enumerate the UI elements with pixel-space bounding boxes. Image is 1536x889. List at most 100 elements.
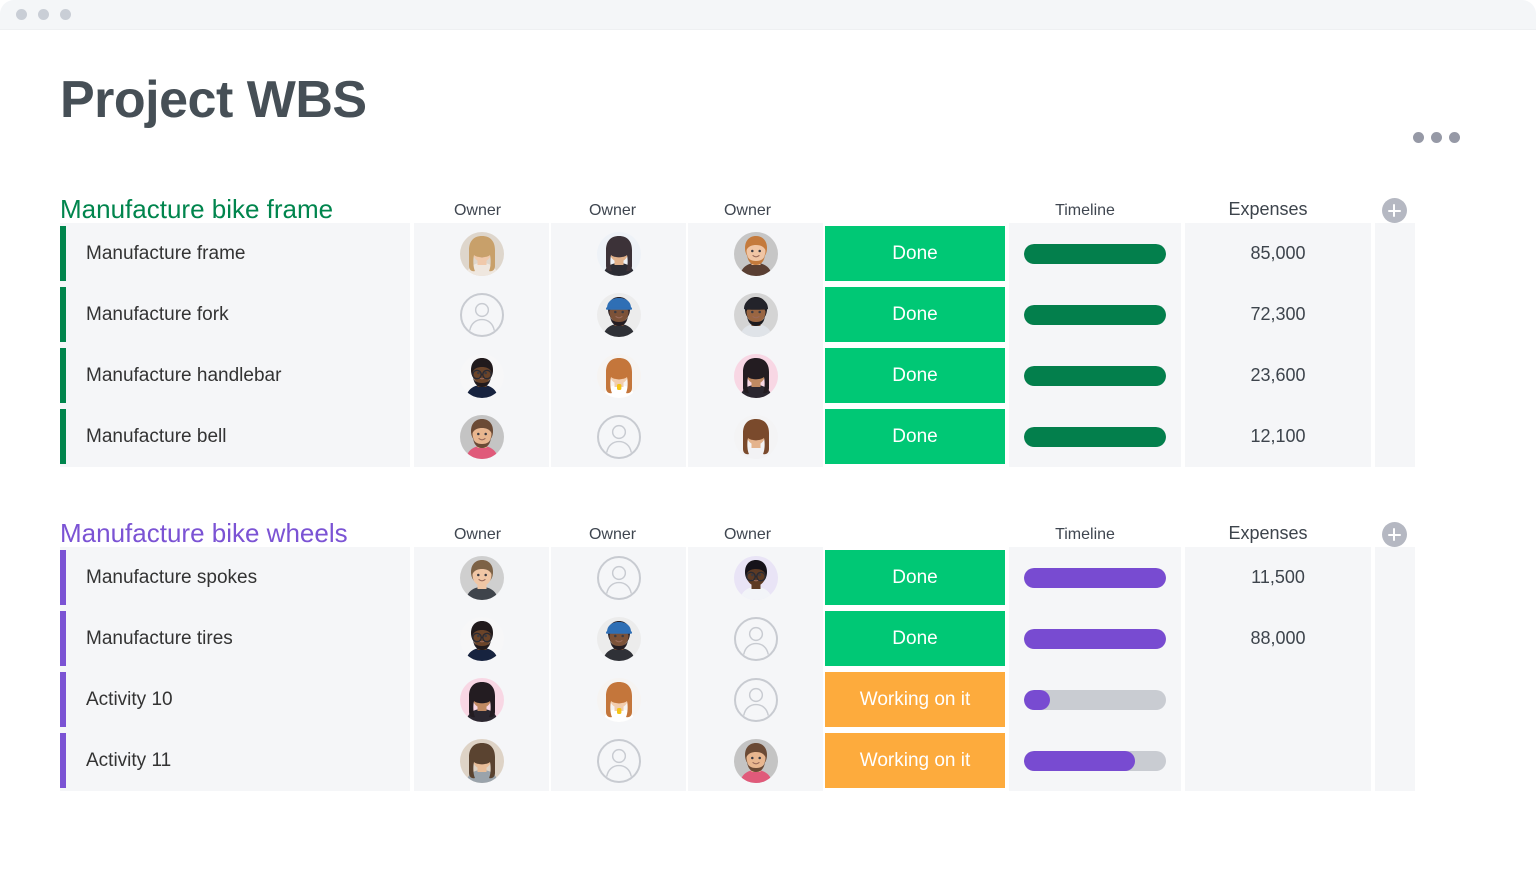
owner-cell[interactable] [414, 547, 549, 608]
owner-cell[interactable] [414, 345, 549, 406]
column-header-timeline[interactable]: Timeline [999, 526, 1171, 547]
table-row[interactable]: Manufacture handlebar Done 23,600 [60, 345, 1476, 406]
column-header-owner[interactable]: Owner [545, 526, 680, 547]
stage-cell[interactable]: Done [825, 608, 1005, 669]
empty-avatar-icon[interactable] [596, 414, 641, 459]
empty-avatar-icon[interactable] [596, 555, 641, 600]
avatar[interactable] [733, 292, 778, 337]
table-row[interactable]: Manufacture spokes Done 11,500 [60, 547, 1476, 608]
table-row[interactable]: Manufacture frame Done 85,000 [60, 223, 1476, 284]
column-header-stage[interactable]: Stage [815, 198, 995, 223]
avatar[interactable] [459, 738, 504, 783]
avatar[interactable] [459, 353, 504, 398]
table-row[interactable]: Manufacture bell Done 12,100 [60, 406, 1476, 467]
stage-cell[interactable]: Done [825, 284, 1005, 345]
empty-avatar-icon[interactable] [459, 292, 504, 337]
group-title[interactable]: Manufacture bike frame [60, 196, 410, 223]
avatar[interactable] [733, 353, 778, 398]
column-header-stage[interactable]: Stage [815, 522, 995, 547]
window-minimize-dot[interactable] [38, 9, 49, 20]
row-name-cell[interactable]: Manufacture spokes [60, 547, 410, 608]
stage-cell[interactable]: Done [825, 345, 1005, 406]
avatar[interactable] [459, 555, 504, 600]
timeline-cell[interactable] [1009, 730, 1181, 791]
owner-cell[interactable] [551, 669, 686, 730]
owner-cell[interactable] [551, 345, 686, 406]
column-header-owner[interactable]: Owner [680, 526, 815, 547]
avatar[interactable] [596, 677, 641, 722]
avatar[interactable] [459, 231, 504, 276]
table-row[interactable]: Manufacture fork Done 72,300 [60, 284, 1476, 345]
expenses-cell[interactable] [1185, 669, 1371, 730]
avatar[interactable] [733, 738, 778, 783]
group-title[interactable]: Manufacture bike wheels [60, 520, 410, 547]
row-name-cell[interactable]: Manufacture frame [60, 223, 410, 284]
column-header-expenses[interactable]: Expenses [1175, 523, 1361, 547]
owner-cell[interactable] [414, 669, 549, 730]
add-column-button[interactable] [1365, 522, 1423, 547]
owner-cell[interactable] [688, 669, 823, 730]
timeline-cell[interactable] [1009, 669, 1181, 730]
expenses-cell[interactable]: 88,000 [1185, 608, 1371, 669]
column-header-expenses[interactable]: Expenses [1175, 199, 1361, 223]
owner-cell[interactable] [551, 406, 686, 467]
owner-cell[interactable] [414, 406, 549, 467]
empty-avatar-icon[interactable] [733, 677, 778, 722]
row-name-cell[interactable]: Manufacture handlebar [60, 345, 410, 406]
timeline-cell[interactable] [1009, 547, 1181, 608]
avatar[interactable] [596, 292, 641, 337]
window-close-dot[interactable] [16, 9, 27, 20]
expenses-cell[interactable]: 23,600 [1185, 345, 1371, 406]
empty-avatar-icon[interactable] [596, 738, 641, 783]
owner-cell[interactable] [551, 284, 686, 345]
avatar[interactable] [733, 555, 778, 600]
avatar[interactable] [459, 414, 504, 459]
row-name-cell[interactable]: Activity 10 [60, 669, 410, 730]
empty-avatar-icon[interactable] [733, 616, 778, 661]
owner-cell[interactable] [414, 284, 549, 345]
row-name-cell[interactable]: Manufacture tires [60, 608, 410, 669]
row-name-cell[interactable]: Manufacture fork [60, 284, 410, 345]
table-row[interactable]: Activity 10 Working on it [60, 669, 1476, 730]
avatar[interactable] [733, 231, 778, 276]
expenses-cell[interactable]: 72,300 [1185, 284, 1371, 345]
avatar[interactable] [596, 231, 641, 276]
stage-cell[interactable]: Working on it [825, 730, 1005, 791]
expenses-cell[interactable]: 12,100 [1185, 406, 1371, 467]
timeline-cell[interactable] [1009, 345, 1181, 406]
column-header-owner[interactable]: Owner [680, 202, 815, 223]
owner-cell[interactable] [688, 284, 823, 345]
owner-cell[interactable] [551, 730, 686, 791]
owner-cell[interactable] [414, 608, 549, 669]
row-name-cell[interactable]: Manufacture bell [60, 406, 410, 467]
owner-cell[interactable] [688, 223, 823, 284]
table-row[interactable]: Manufacture tires Done 88,000 [60, 608, 1476, 669]
owner-cell[interactable] [688, 406, 823, 467]
owner-cell[interactable] [551, 608, 686, 669]
owner-cell[interactable] [414, 223, 549, 284]
owner-cell[interactable] [551, 223, 686, 284]
timeline-cell[interactable] [1009, 223, 1181, 284]
owner-cell[interactable] [688, 345, 823, 406]
avatar[interactable] [596, 616, 641, 661]
owner-cell[interactable] [688, 547, 823, 608]
expenses-cell[interactable] [1185, 730, 1371, 791]
window-maximize-dot[interactable] [60, 9, 71, 20]
stage-cell[interactable]: Done [825, 547, 1005, 608]
timeline-cell[interactable] [1009, 406, 1181, 467]
table-row[interactable]: Activity 11 Working on it [60, 730, 1476, 791]
avatar[interactable] [733, 414, 778, 459]
row-name-cell[interactable]: Activity 11 [60, 730, 410, 791]
column-header-owner[interactable]: Owner [410, 202, 545, 223]
avatar[interactable] [596, 353, 641, 398]
timeline-cell[interactable] [1009, 284, 1181, 345]
column-header-timeline[interactable]: Timeline [999, 202, 1171, 223]
timeline-cell[interactable] [1009, 608, 1181, 669]
board-more-menu-button[interactable] [1413, 132, 1460, 143]
add-column-button[interactable] [1365, 198, 1423, 223]
owner-cell[interactable] [688, 730, 823, 791]
stage-cell[interactable]: Done [825, 406, 1005, 467]
owner-cell[interactable] [688, 608, 823, 669]
column-header-owner[interactable]: Owner [410, 526, 545, 547]
avatar[interactable] [459, 677, 504, 722]
